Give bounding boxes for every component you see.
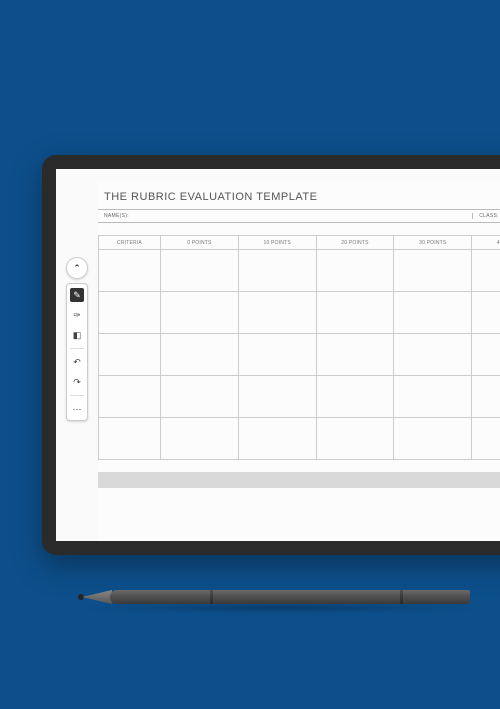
cell[interactable] bbox=[316, 418, 394, 460]
cell[interactable] bbox=[394, 292, 472, 334]
table-row bbox=[99, 376, 500, 418]
cell[interactable] bbox=[238, 250, 316, 292]
cell[interactable] bbox=[161, 376, 239, 418]
stylus-shadow bbox=[80, 604, 480, 612]
meta-row: NAME(S): CLASS: bbox=[98, 209, 500, 223]
cell[interactable] bbox=[99, 376, 161, 418]
redo-icon: ↷ bbox=[73, 378, 81, 387]
redo-button[interactable]: ↷ bbox=[70, 375, 84, 389]
cell[interactable] bbox=[161, 292, 239, 334]
pen-icon: ✎ bbox=[73, 291, 81, 300]
table-header-row: CRITERIA 0 POINTS 10 POINTS 20 POINTS 30… bbox=[99, 236, 500, 250]
col-40pts-header: 40 POINTS bbox=[472, 236, 500, 250]
cell[interactable] bbox=[238, 418, 316, 460]
cell[interactable] bbox=[472, 334, 500, 376]
cell[interactable] bbox=[316, 334, 394, 376]
stylus-band bbox=[210, 590, 213, 604]
annotation-toolbar: ⌃ ✎ ✑ ◧ ↶ ↷ bbox=[66, 257, 88, 421]
tablet-device: ⌃ ✎ ✑ ◧ ↶ ↷ bbox=[42, 155, 500, 555]
names-field[interactable]: NAME(S): bbox=[98, 213, 472, 219]
cell[interactable] bbox=[472, 418, 500, 460]
stylus-body bbox=[110, 590, 470, 604]
table-row bbox=[99, 250, 500, 292]
cell[interactable] bbox=[238, 292, 316, 334]
eraser-tool-button[interactable]: ◧ bbox=[70, 328, 84, 342]
total-row: TOTAL: bbox=[98, 472, 500, 488]
cell[interactable] bbox=[99, 334, 161, 376]
toolbar-separator bbox=[70, 348, 84, 349]
col-criteria-header: CRITERIA bbox=[99, 236, 161, 250]
col-30pts-header: 30 POINTS bbox=[394, 236, 472, 250]
cell[interactable] bbox=[394, 418, 472, 460]
col-20pts-header: 20 POINTS bbox=[316, 236, 394, 250]
document-title: THE RUBRIC EVALUATION TEMPLATE bbox=[98, 191, 500, 209]
undo-icon: ↶ bbox=[73, 358, 81, 367]
undo-button[interactable]: ↶ bbox=[70, 355, 84, 369]
tablet-screen: ⌃ ✎ ✑ ◧ ↶ ↷ bbox=[56, 169, 500, 541]
cell[interactable] bbox=[161, 250, 239, 292]
cell[interactable] bbox=[161, 418, 239, 460]
highlighter-icon: ✑ bbox=[73, 311, 81, 320]
cell[interactable] bbox=[394, 376, 472, 418]
cell[interactable] bbox=[238, 376, 316, 418]
cell[interactable] bbox=[99, 250, 161, 292]
cell[interactable] bbox=[394, 334, 472, 376]
stylus-pen bbox=[70, 588, 490, 610]
rubric-document: THE RUBRIC EVALUATION TEMPLATE NAME(S): … bbox=[98, 181, 500, 541]
cell[interactable] bbox=[238, 334, 316, 376]
cell[interactable] bbox=[316, 292, 394, 334]
rubric-table: CRITERIA 0 POINTS 10 POINTS 20 POINTS 30… bbox=[98, 235, 500, 460]
cell[interactable] bbox=[316, 250, 394, 292]
col-10pts-header: 10 POINTS bbox=[238, 236, 316, 250]
table-row bbox=[99, 334, 500, 376]
table-row bbox=[99, 418, 500, 460]
class-field[interactable]: CLASS: bbox=[472, 213, 500, 219]
toolbar-collapse-button[interactable]: ⌃ bbox=[66, 257, 88, 279]
more-button[interactable]: ⋯ bbox=[70, 402, 84, 416]
col-0pts-header: 0 POINTS bbox=[161, 236, 239, 250]
cell[interactable] bbox=[316, 376, 394, 418]
toolbar-panel: ✎ ✑ ◧ ↶ ↷ ⋯ bbox=[66, 283, 88, 421]
cell[interactable] bbox=[99, 292, 161, 334]
cell[interactable] bbox=[472, 376, 500, 418]
cell[interactable] bbox=[472, 292, 500, 334]
more-icon: ⋯ bbox=[73, 405, 82, 414]
stylus-tip bbox=[82, 590, 112, 604]
chevron-up-icon: ⌃ bbox=[73, 264, 81, 273]
table-row bbox=[99, 292, 500, 334]
cell[interactable] bbox=[472, 250, 500, 292]
cell[interactable] bbox=[394, 250, 472, 292]
stylus-band bbox=[400, 590, 403, 604]
cell[interactable] bbox=[99, 418, 161, 460]
pen-tool-button[interactable]: ✎ bbox=[70, 288, 84, 302]
toolbar-separator bbox=[70, 395, 84, 396]
eraser-icon: ◧ bbox=[73, 331, 82, 340]
cell[interactable] bbox=[161, 334, 239, 376]
highlighter-tool-button[interactable]: ✑ bbox=[70, 308, 84, 322]
